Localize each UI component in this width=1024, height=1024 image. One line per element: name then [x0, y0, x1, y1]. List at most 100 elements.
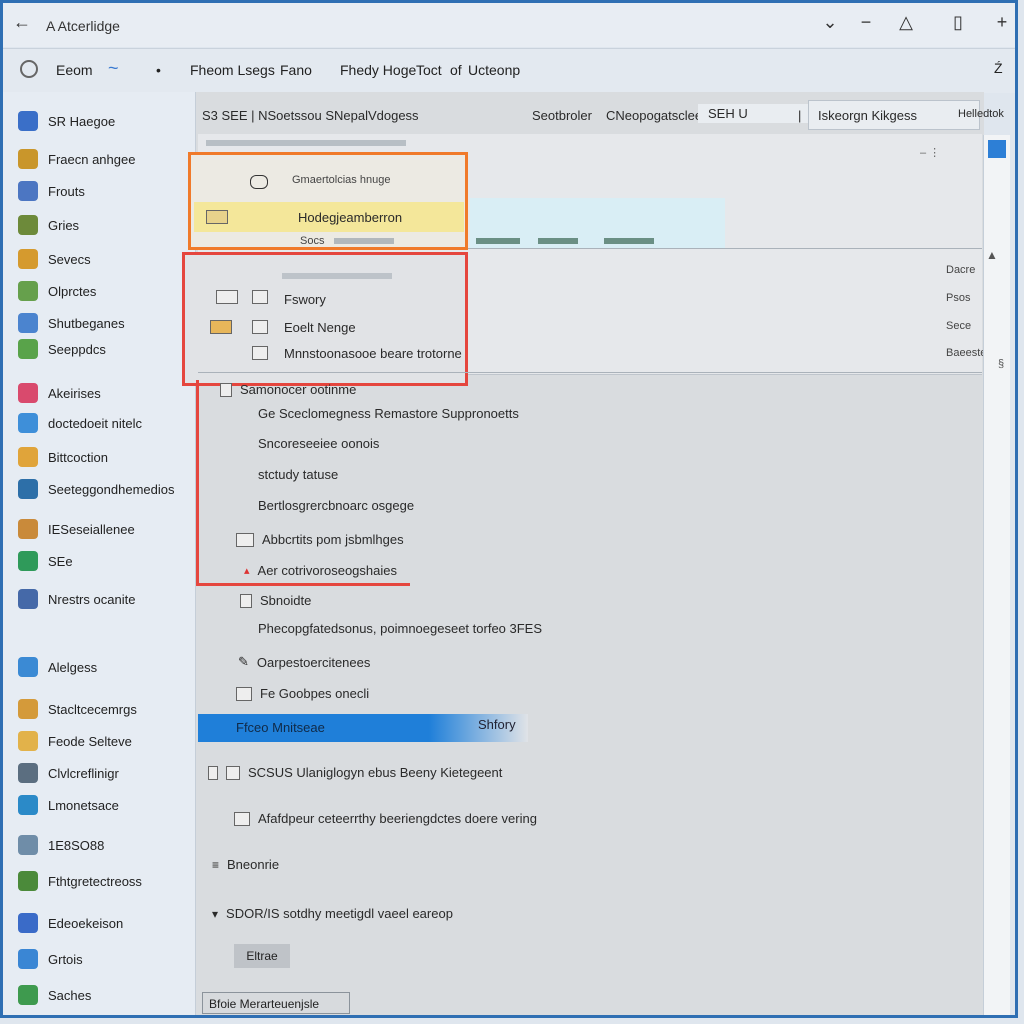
panel-menu-icon[interactable]: – ⋮ [920, 146, 940, 159]
toolbar-file[interactable]: Fheom Lsegs [190, 62, 275, 78]
sidebar-item-label: Saches [48, 987, 92, 1003]
red-top-bar [282, 273, 392, 279]
sidebar-item-3[interactable]: Gries [18, 212, 79, 238]
panel-top-bar [206, 140, 406, 146]
header-label-b: CNeopogatsclee [606, 108, 703, 123]
tree-item-9[interactable]: ✎ Oarpestoercitenees [238, 654, 370, 670]
sidebar-item-label: Olprctes [48, 283, 97, 299]
tree-item-4[interactable]: Bertlosgrercbnoarc osgege [258, 498, 414, 513]
pen-icon [18, 871, 38, 891]
add-icon[interactable]: + [988, 8, 1016, 36]
red-item-1[interactable]: Fswory [284, 292, 326, 307]
scrollbar-track[interactable] [983, 135, 1010, 1015]
chest-icon [18, 699, 38, 719]
sidebar-item-4[interactable]: Sevecs [18, 246, 91, 272]
sidebar-item-label: Feode Selteve [48, 733, 132, 749]
red-item-3[interactable]: Mnnstoonasooe beare trotorne [284, 346, 462, 361]
toolbar-view[interactable]: Fhedy Hoge [340, 62, 416, 78]
sidebar-item-0[interactable]: SR Haegoe [18, 108, 115, 134]
tree-more-2[interactable]: ≡ Bneonrie [212, 857, 279, 872]
toolbar-home[interactable]: Eeom [56, 62, 93, 78]
sidebar-item-label: IESeseiallenee [48, 521, 135, 537]
window-title: A Atcerlidge [46, 18, 120, 34]
right-label-4: Baeeste [946, 347, 987, 359]
sidebar-item-label: Grtois [48, 951, 83, 967]
item-icon-1 [216, 290, 238, 304]
strip-bar-3 [604, 238, 654, 244]
sidebar-item-5[interactable]: Olprctes [18, 278, 96, 304]
sidebar-item-9[interactable]: doctedoeit nitelc [18, 410, 142, 436]
tree-item-8[interactable]: Phecopgfatedsonus, poimnoegeseet torfeo … [258, 621, 542, 636]
home-icon[interactable] [20, 60, 38, 78]
bottom-field[interactable]: Bfoie Merarteuenjsle [202, 992, 350, 1014]
sidebar-item-12[interactable]: IESeseiallenee [18, 516, 135, 542]
tree-more-0[interactable]: SCSUS Ulaniglogyn ebus Beeny Kietegeent [208, 765, 502, 780]
tree-icon [236, 686, 252, 701]
tree-icon [234, 811, 250, 826]
sidebar-item-6[interactable]: Shutbeganes [18, 310, 125, 336]
sidebar-item-label: Fthtgretectreoss [48, 873, 142, 889]
header-divider: | [798, 108, 802, 123]
chevron-down-icon[interactable]: ⌄ [816, 8, 844, 36]
sidebar-item-label: Seeppdcs [48, 341, 106, 357]
tree-more-3[interactable]: ▾ SDOR/IS sotdhy meetigdl vaeel eareop [212, 906, 453, 921]
sidebar-item-14[interactable]: Nrestrs ocanite [18, 586, 135, 612]
tree-item-10[interactable]: Fe Goobpes onecli [236, 686, 369, 701]
sidebar-item-22[interactable]: Edeoekeison [18, 910, 123, 936]
scroll-up-icon[interactable]: ▲ [986, 248, 998, 262]
dot-icon: • [156, 62, 161, 78]
item-icon-2b [252, 320, 268, 334]
arrow-icon: ▾ [212, 906, 219, 921]
tablet-icon [18, 313, 38, 333]
maximize-icon[interactable]: ▯ [944, 8, 972, 36]
sidebar-item-24[interactable]: Saches [18, 982, 91, 1008]
tree-item-7[interactable]: Sbnoidte [240, 593, 311, 608]
toolbar-of[interactable]: of [450, 62, 462, 78]
tag-pill[interactable]: Eltrae [234, 944, 290, 968]
sidebar-item-7[interactable]: Seeppdcs [18, 336, 106, 362]
sidebar-item-label: Lmonetsace [48, 797, 119, 813]
sidebar-item-label: Bittcoction [48, 449, 108, 465]
tree-item-3[interactable]: stctudy tatuse [258, 467, 338, 482]
sidebar-item-19[interactable]: Lmonetsace [18, 792, 119, 818]
sidebar-item-15[interactable]: Alelgess [18, 654, 97, 680]
tree-item-2[interactable]: Sncoreseeiee oonois [258, 436, 379, 451]
sidebar-item-20[interactable]: 1E8SO88 [18, 832, 104, 858]
sidebar-item-label: SR Haegoe [48, 113, 116, 129]
tree-more-1[interactable]: Afafdpeur ceteerrthy beeriengdctes doere… [234, 811, 537, 826]
tree-item-1[interactable]: Ge Sceclomegness Remastore Suppronoetts [258, 406, 519, 421]
header-field[interactable]: SEH U [698, 104, 810, 123]
right-label-3: Sece [946, 320, 972, 332]
toolbar-edit[interactable]: Fano [280, 62, 312, 78]
toolbar-update[interactable]: Ucteonp [468, 62, 520, 78]
wave-icon[interactable]: ~ [108, 58, 119, 79]
expand-icon[interactable]: Ź [994, 60, 1003, 76]
sidebar-item-8[interactable]: Akeirises [18, 380, 101, 406]
notification-icon[interactable]: △ [892, 8, 920, 36]
bullet-icon: ≡ [212, 857, 220, 872]
minimize-icon[interactable]: − [852, 8, 880, 36]
sidebar-item-label: Sevecs [48, 251, 91, 267]
doc-icon [18, 281, 38, 301]
sidebar-item-10[interactable]: Bittcoction [18, 444, 108, 470]
selected-row-label: Hodegjeamberron [298, 210, 403, 225]
red-item-2[interactable]: Eoelt Nenge [284, 320, 356, 335]
sidebar-item-16[interactable]: Stacltcecemrgs [18, 696, 137, 722]
sidebar-item-label: Akeirises [48, 385, 101, 401]
sidebar-item-23[interactable]: Grtois [18, 946, 83, 972]
sidebar-item-11[interactable]: Seeteggondhemedios [18, 476, 175, 502]
back-icon[interactable]: ← [8, 8, 36, 36]
toolbar-tools[interactable]: Toct [416, 62, 442, 78]
scrollbar-thumb[interactable] [988, 140, 1006, 158]
tree-item-0[interactable]: Samonocer ootinme [220, 382, 356, 397]
tree-item-6[interactable]: ▴ Aer cotrivoroseogshaies [244, 563, 397, 578]
header-help[interactable]: Helledtok [958, 108, 1004, 120]
sidebar-item-21[interactable]: Fthtgretectreoss [18, 868, 142, 894]
sidebar-item-2[interactable]: Frouts [18, 178, 85, 204]
sidebar-item-1[interactable]: Fraecn anhgee [18, 146, 135, 172]
sidebar-item-17[interactable]: Feode Selteve [18, 728, 132, 754]
tree-item-5[interactable]: Abbcrtits pom jsbmlhges [236, 532, 404, 547]
sidebar-item-18[interactable]: Clvlcreflinigr [18, 760, 119, 786]
sidebar-item-13[interactable]: SEe [18, 548, 73, 574]
globe2-icon [18, 795, 38, 815]
